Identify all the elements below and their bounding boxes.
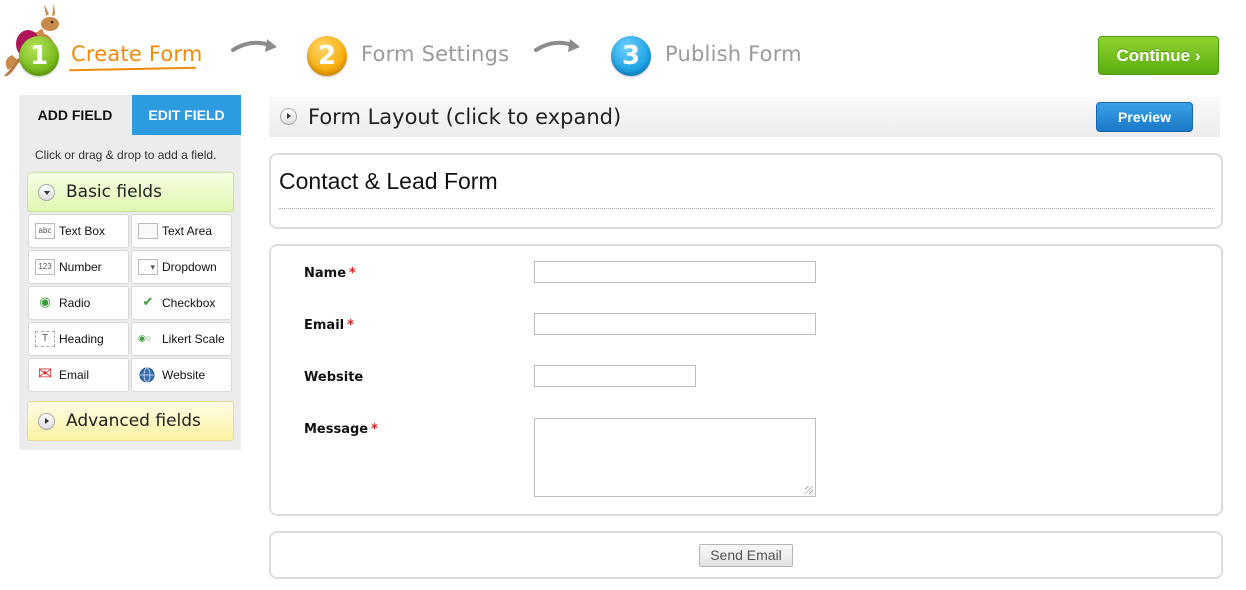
add-website-button[interactable]: Website (131, 358, 232, 392)
field-palette-panel: ADD FIELD EDIT FIELD Click or drag & dro… (19, 95, 241, 450)
required-mark: * (349, 266, 356, 281)
field-label: Number (59, 260, 102, 274)
chevron-right-icon (38, 413, 55, 430)
email-label: Email * (304, 318, 354, 333)
add-checkbox-button[interactable]: ✔ Checkbox (131, 286, 232, 320)
title-divider (279, 208, 1213, 209)
add-radio-button[interactable]: ◉ Radio (28, 286, 129, 320)
basic-fields-label: Basic fields (66, 182, 162, 202)
field-label: Heading (59, 332, 104, 346)
basic-fields-toggle[interactable]: Basic fields (27, 172, 234, 212)
step-2-label[interactable]: Form Settings (361, 42, 509, 66)
name-label: Name * (304, 266, 356, 281)
resize-grip-icon[interactable] (805, 486, 813, 494)
field-label: Text Area (162, 224, 213, 238)
form-title-box[interactable]: Contact & Lead Form (269, 153, 1223, 229)
likert-scale-icon: ◉○ (138, 333, 152, 343)
add-likert-scale-button[interactable]: ◉○ Likert Scale (131, 322, 232, 356)
add-number-button[interactable]: 123 Number (28, 250, 129, 284)
panel-hint: Click or drag & drop to add a field. (35, 148, 217, 162)
heading-icon: T (35, 331, 55, 347)
continue-button[interactable]: Continue › (1098, 36, 1219, 75)
number-icon: 123 (35, 259, 55, 275)
radio-icon: ◉ (39, 294, 51, 309)
form-fields-box: Name * Email * Website Message * (269, 244, 1223, 516)
message-textarea[interactable] (534, 418, 816, 497)
required-mark: * (347, 318, 354, 333)
name-input[interactable] (534, 261, 816, 283)
website-input[interactable] (534, 365, 696, 387)
field-label: Likert Scale (162, 332, 225, 346)
required-mark: * (371, 422, 378, 437)
form-title[interactable]: Contact & Lead Form (279, 168, 498, 195)
field-label: Text Box (59, 224, 106, 238)
add-text-area-button[interactable]: Text Area (131, 214, 232, 248)
step-2-badge: 2 (307, 36, 347, 76)
form-layout-bar[interactable]: Form Layout (click to expand) Preview (269, 97, 1220, 137)
dropdown-icon: ▾ (138, 259, 158, 275)
globe-icon (139, 367, 155, 383)
step-1-badge: 1 (19, 36, 59, 76)
text-box-icon: abc (35, 223, 55, 239)
field-label: Dropdown (162, 260, 217, 274)
active-step-underline (68, 66, 197, 72)
field-label: Email (59, 368, 90, 382)
add-email-button[interactable]: ✉ Email (28, 358, 129, 392)
submit-box: Send Email (269, 531, 1223, 579)
tab-add-field[interactable]: ADD FIELD (19, 95, 131, 135)
text-area-icon (138, 223, 158, 239)
advanced-fields-toggle[interactable]: Advanced fields (27, 401, 234, 441)
form-layout-title: Form Layout (click to expand) (308, 105, 622, 129)
add-dropdown-button[interactable]: ▾ Dropdown (131, 250, 232, 284)
field-label: Radio (59, 296, 91, 310)
field-label: Checkbox (162, 296, 216, 310)
advanced-fields-label: Advanced fields (66, 411, 201, 431)
email-input[interactable] (534, 313, 816, 335)
tab-edit-field[interactable]: EDIT FIELD (132, 95, 241, 135)
chevron-right-icon (280, 108, 297, 125)
add-heading-button[interactable]: T Heading (28, 322, 129, 356)
add-text-box-button[interactable]: abc Text Box (28, 214, 129, 248)
step-1-label[interactable]: Create Form (71, 42, 203, 66)
arrow-right-icon (231, 39, 277, 52)
preview-button[interactable]: Preview (1096, 102, 1193, 132)
email-icon: ✉ (37, 364, 53, 383)
send-email-button[interactable]: Send Email (699, 544, 793, 567)
field-label: Website (162, 368, 206, 382)
step-3-badge: 3 (611, 36, 651, 76)
checkbox-icon: ✔ (142, 294, 154, 309)
chevron-down-icon (38, 184, 55, 201)
step-3-label[interactable]: Publish Form (665, 42, 802, 66)
website-label: Website (304, 370, 364, 385)
message-label: Message * (304, 422, 378, 437)
arrow-right-icon (534, 39, 580, 52)
